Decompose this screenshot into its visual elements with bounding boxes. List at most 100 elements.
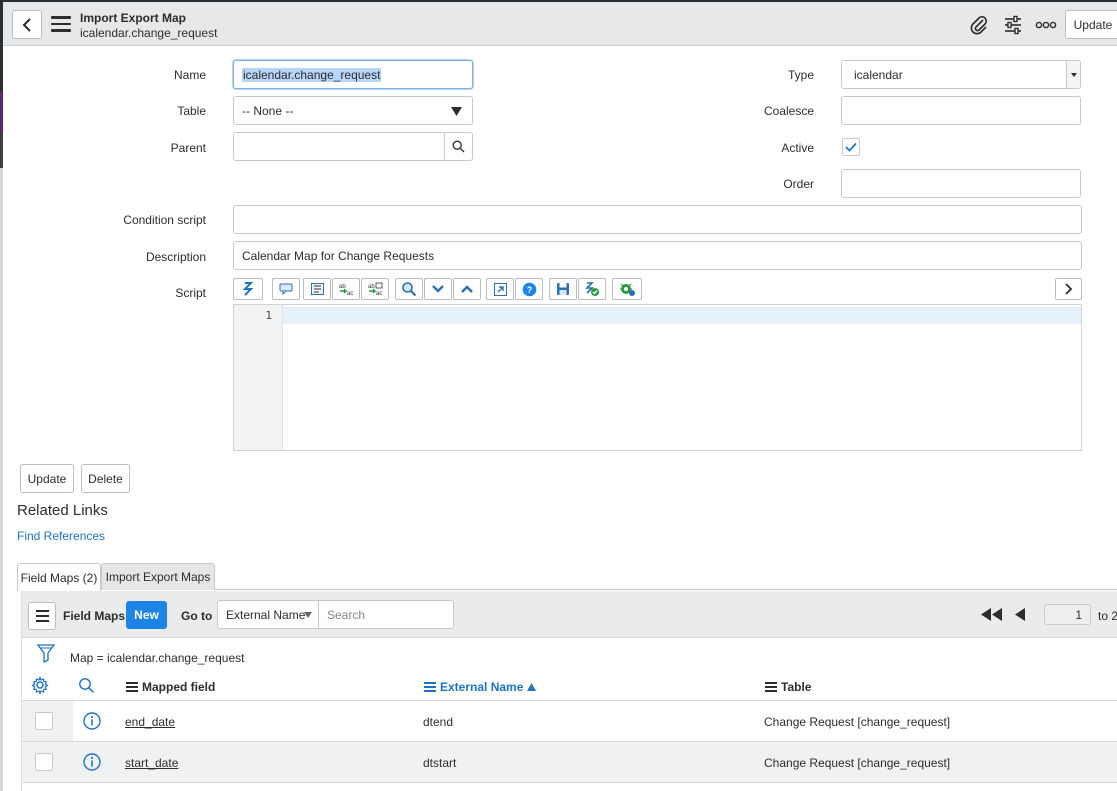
table-row[interactable]: start_date dtstart Change Request [chang… xyxy=(22,742,1117,783)
list-title: Field Maps xyxy=(63,609,126,623)
active-checkbox[interactable] xyxy=(842,138,860,156)
condition-script-label: Condition script xyxy=(123,213,206,227)
external-name-cell: dtend xyxy=(423,715,454,729)
parent-lookup-button[interactable] xyxy=(444,132,473,161)
order-field[interactable] xyxy=(841,169,1081,198)
comment-icon xyxy=(279,283,293,295)
search-icon xyxy=(452,140,465,153)
syntax-check-icon xyxy=(585,282,599,296)
chevron-right-icon xyxy=(1064,283,1072,295)
active-label: Active xyxy=(781,141,814,155)
type-label: Type xyxy=(787,68,814,82)
paperclip-icon[interactable] xyxy=(967,14,991,36)
script-label: Script xyxy=(175,286,206,300)
header-update-button[interactable]: Update xyxy=(1065,10,1117,39)
format-code-button[interactable] xyxy=(303,278,331,300)
info-icon[interactable] xyxy=(83,753,101,771)
settings-sliders-icon[interactable] xyxy=(1001,14,1025,36)
column-mapped-field[interactable]: Mapped field xyxy=(126,680,215,694)
row-checkbox[interactable] xyxy=(35,712,53,730)
replace-all-button[interactable]: ab ac xyxy=(361,278,389,300)
dropdown-arrow-icon xyxy=(451,107,462,116)
svg-text:?: ? xyxy=(526,285,532,295)
find-button[interactable] xyxy=(395,278,423,300)
column-menu-icon[interactable] xyxy=(126,681,138,693)
row-select-cell xyxy=(22,742,73,782)
info-icon[interactable] xyxy=(83,712,101,730)
filter-condition[interactable]: Map = icalendar.change_request xyxy=(70,651,244,665)
parent-label: Parent xyxy=(170,141,206,155)
replace-button[interactable]: ab ac xyxy=(332,278,360,300)
condition-script-field[interactable] xyxy=(233,205,1082,234)
script-editor[interactable]: 1 xyxy=(233,304,1082,451)
previous-page-icon[interactable] xyxy=(1015,608,1026,621)
left-edge-strip xyxy=(0,0,3,791)
column-label: External Name xyxy=(440,680,524,694)
dropdown-arrow-icon xyxy=(1070,72,1077,77)
save-button[interactable] xyxy=(549,278,577,300)
toggle-syntax-editor-button[interactable] xyxy=(233,278,263,300)
list-context-menu-icon[interactable] xyxy=(28,602,56,630)
active-line-highlight xyxy=(283,307,1081,324)
floppy-disk-icon xyxy=(557,283,569,295)
mapped-field-link[interactable]: end_date xyxy=(125,715,175,729)
description-field[interactable]: Calendar Map for Change Requests xyxy=(233,241,1082,270)
back-button[interactable] xyxy=(12,10,42,39)
new-button[interactable]: New xyxy=(126,601,167,629)
column-menu-icon[interactable] xyxy=(424,681,436,693)
column-header-row: Mapped field External Name Table xyxy=(22,671,1117,701)
find-next-button[interactable] xyxy=(424,278,452,300)
help-icon: ? xyxy=(522,282,536,296)
update-button[interactable]: Update xyxy=(20,464,74,493)
first-page-icon[interactable] xyxy=(981,608,1003,621)
page-title: Import Export Map xyxy=(80,11,187,25)
tab-field-maps[interactable]: Field Maps (2) xyxy=(17,563,101,591)
comment-button[interactable] xyxy=(272,278,300,300)
coalesce-field[interactable] xyxy=(841,96,1081,125)
column-external-name[interactable]: External Name xyxy=(424,680,537,694)
script-debugger-button[interactable] xyxy=(612,278,642,300)
dropdown-arrow-icon xyxy=(304,612,312,618)
name-value: icalendar.change_request xyxy=(242,67,382,82)
context-menu-icon[interactable] xyxy=(51,16,71,32)
replace-icon: abac xyxy=(339,284,353,296)
parent-field[interactable] xyxy=(233,132,445,161)
field-maps-list: Field Maps New Go to External Name Searc… xyxy=(21,591,1117,791)
more-options-icon[interactable] xyxy=(1034,14,1058,36)
column-search-icon[interactable] xyxy=(78,677,95,694)
goto-field-select[interactable]: External Name xyxy=(217,600,319,629)
toolbar-more-button[interactable] xyxy=(1055,278,1082,300)
fullscreen-button[interactable] xyxy=(486,278,514,300)
filter-icon[interactable] xyxy=(37,644,55,663)
row-checkbox[interactable] xyxy=(35,753,53,771)
replace-all-icon: abac xyxy=(368,282,383,296)
table-select[interactable]: -- None -- xyxy=(233,96,473,125)
gear-icon[interactable] xyxy=(31,676,49,694)
description-label: Description xyxy=(145,250,206,264)
checkmark-icon xyxy=(845,142,857,152)
row-select-cell xyxy=(22,701,73,741)
magnifier-icon xyxy=(402,282,417,297)
list-header: Field Maps New Go to External Name Searc… xyxy=(22,591,1117,638)
check-syntax-button[interactable] xyxy=(578,278,606,300)
table-row[interactable]: end_date dtend Change Request [change_re… xyxy=(22,701,1117,742)
name-field[interactable]: icalendar.change_request xyxy=(233,60,473,89)
type-select[interactable]: icalendar xyxy=(841,60,1081,89)
help-button[interactable]: ? xyxy=(515,278,543,300)
svg-text:ac: ac xyxy=(376,291,382,296)
tab-import-export-maps[interactable]: Import Export Maps xyxy=(101,563,215,590)
bug-settings-icon xyxy=(619,283,635,296)
column-menu-icon[interactable] xyxy=(765,681,777,693)
mapped-field-link[interactable]: start_date xyxy=(125,756,178,770)
find-references-link[interactable]: Find References xyxy=(17,529,105,543)
page-number-input[interactable]: 1 xyxy=(1044,604,1091,625)
find-previous-button[interactable] xyxy=(453,278,481,300)
list-search-input[interactable]: Search xyxy=(318,600,454,629)
svg-text:ab: ab xyxy=(368,284,375,290)
column-table[interactable]: Table xyxy=(765,680,811,694)
line-number: 1 xyxy=(265,309,272,322)
column-label: Table xyxy=(781,680,812,694)
type-dropdown-toggle[interactable] xyxy=(1066,61,1080,88)
delete-button[interactable]: Delete xyxy=(81,464,130,493)
table-value: -- None -- xyxy=(242,103,294,118)
